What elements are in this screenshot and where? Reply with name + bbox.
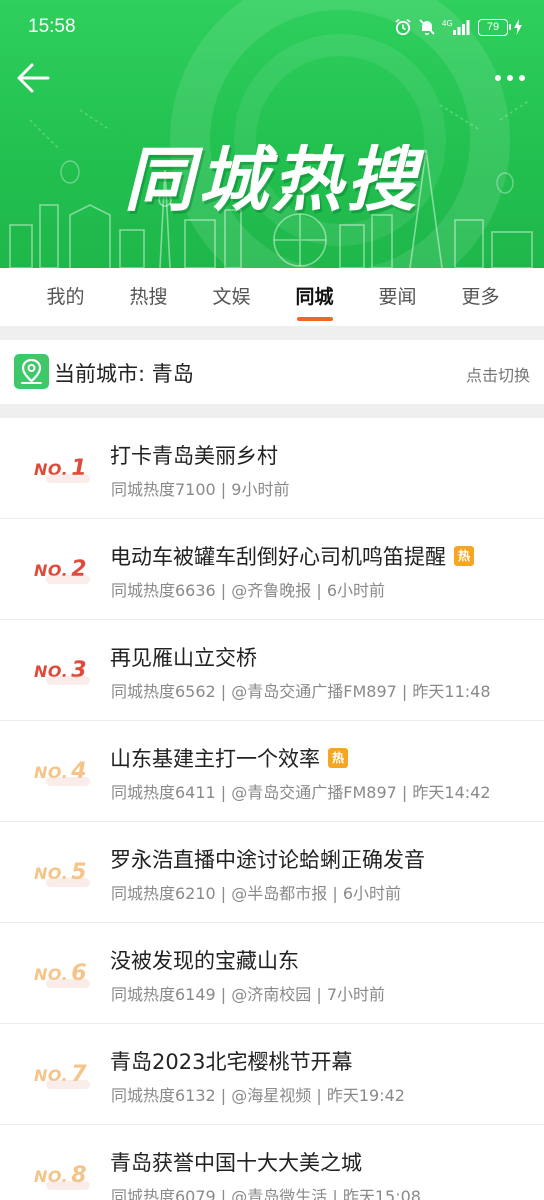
rank-prefix: NO. [34,965,69,984]
tab-entertainment[interactable]: 文娱 [190,268,273,326]
tab-local[interactable]: 同城 [273,268,356,326]
signal-4g-icon: 4G [442,19,470,35]
page-title: 同城热搜 [124,139,420,221]
network-label: 4G [442,19,453,28]
switch-city-button[interactable]: 点击切换 [466,362,530,386]
list-item[interactable]: NO. 6 没被发现的宝藏山东 同城热度6149 | @济南校园 | 7小时前 [0,923,544,1024]
arrow-left-icon [17,63,50,93]
list-item[interactable]: NO. 8 青岛获誉中国十大大美之城 同城热度6079 | @青岛微生活 | 昨天… [0,1125,544,1200]
hot-badge: 热 [328,748,348,768]
list-item[interactable]: NO. 3 再见雁山立交桥 同城热度6562 | @青岛交通广播FM897 | 昨… [0,620,544,721]
item-title-row: 没被发现的宝藏山东 [110,945,299,975]
list-item[interactable]: NO. 4 山东基建主打一个效率 热 同城热度6411 | @青岛交通广播FM89… [0,721,544,822]
list-item[interactable]: NO. 7 青岛2023北宅樱桃节开幕 同城热度6132 | @海星视频 | 昨天… [0,1024,544,1125]
rank-number: 4 [71,759,88,784]
rank-prefix: NO. [34,864,69,883]
item-title: 青岛获誉中国十大大美之城 [110,1151,362,1175]
item-title-row: 打卡青岛美丽乡村 [110,440,278,470]
rank-number: 7 [71,1062,88,1087]
tab-hot-search[interactable]: 热搜 [107,268,190,326]
rank-number: 3 [71,658,88,683]
item-title-row: 青岛获誉中国十大大美之城 [110,1147,362,1177]
rank-badge: NO. 4 [34,757,104,787]
item-title: 青岛2023北宅樱桃节开幕 [110,1050,353,1074]
charging-bolt-icon [514,19,522,35]
more-dots-icon [495,75,525,81]
status-time: 15:58 [28,16,76,37]
current-city-label: 当前城市: 青岛 [54,362,194,386]
more-options-button[interactable] [490,64,530,92]
item-title: 没被发现的宝藏山东 [110,949,299,973]
rank-prefix: NO. [34,561,69,580]
section-divider [0,326,544,340]
rank-badge: NO. 5 [34,858,104,888]
battery-level: 79 [486,20,500,33]
item-title: 电动车被罐车刮倒好心司机鸣笛提醒 [110,545,446,569]
item-title-row: 再见雁山立交桥 [110,642,257,672]
item-title-row: 罗永浩直播中途讨论蛤蜊正确发音 [110,844,425,874]
hot-search-list: NO. 1 打卡青岛美丽乡村 同城热度7100 | 9小时前 NO. 2 电动车被罐… [0,418,544,1200]
current-city-bar: 当前城市: 青岛 点击切换 [0,340,544,404]
battery-indicator: 79 [478,18,511,36]
tab-more[interactable]: 更多 [439,268,522,326]
map-pin-icon [21,358,42,384]
mute-bell-icon [419,19,435,35]
rank-badge: NO. 7 [34,1060,104,1090]
rank-badge: NO. 3 [34,656,104,686]
list-item[interactable]: NO. 2 电动车被罐车刮倒好心司机鸣笛提醒 热 同城热度6636 | @齐鲁晚报… [0,519,544,620]
category-tabs: 我的 热搜 文娱 同城 要闻 更多 [0,268,544,326]
item-meta: 同城热度6149 | @济南校园 | 7小时前 [111,985,386,1004]
item-meta: 同城热度6132 | @海星视频 | 昨天19:42 [111,1086,405,1105]
item-title-row: 山东基建主打一个效率 热 [110,743,348,773]
rank-prefix: NO. [34,1066,69,1085]
rank-prefix: NO. [34,1167,69,1186]
status-bar: 15:58 4G 79 [0,0,544,58]
item-meta: 同城热度6636 | @齐鲁晚报 | 6小时前 [111,581,386,600]
rank-badge: NO. 1 [34,454,104,484]
rank-number: 2 [71,557,88,582]
list-item[interactable]: NO. 1 打卡青岛美丽乡村 同城热度7100 | 9小时前 [0,418,544,519]
rank-number: 6 [71,961,88,986]
list-item[interactable]: NO. 5 罗永浩直播中途讨论蛤蜊正确发音 同城热度6210 | @半岛都市报 |… [0,822,544,923]
rank-number: 8 [71,1163,88,1188]
alarm-icon [395,18,411,36]
section-divider [0,404,544,418]
item-title: 再见雁山立交桥 [110,646,257,670]
city-location-badge [14,354,49,389]
item-title-row: 青岛2023北宅樱桃节开幕 [110,1046,352,1076]
rank-prefix: NO. [34,460,69,479]
rank-badge: NO. 2 [34,555,104,585]
item-title-row: 电动车被罐车刮倒好心司机鸣笛提醒 热 [110,541,474,571]
rank-number: 1 [71,456,88,481]
status-icons: 4G 79 [394,18,522,36]
item-meta: 同城热度6562 | @青岛交通广播FM897 | 昨天11:48 [111,682,491,701]
rank-badge: NO. 6 [34,959,104,989]
rank-badge: NO. 8 [34,1161,104,1191]
tab-mine[interactable]: 我的 [24,268,107,326]
item-meta: 同城热度6210 | @半岛都市报 | 6小时前 [111,884,402,903]
hot-badge: 热 [454,546,474,566]
tab-news[interactable]: 要闻 [356,268,439,326]
item-title: 打卡青岛美丽乡村 [110,444,278,468]
rank-number: 5 [71,860,88,885]
rank-prefix: NO. [34,763,69,782]
item-meta: 同城热度6411 | @青岛交通广播FM897 | 昨天14:42 [111,783,491,802]
item-meta: 同城热度7100 | 9小时前 [111,480,290,499]
header-banner: 15:58 4G 79 同城热搜 [0,0,544,268]
item-meta: 同城热度6079 | @青岛微生活 | 昨天15:08 [111,1187,421,1200]
item-title: 罗永浩直播中途讨论蛤蜊正确发音 [110,848,425,872]
back-button[interactable] [14,60,54,96]
item-title: 山东基建主打一个效率 [110,747,320,771]
rank-prefix: NO. [34,662,69,681]
